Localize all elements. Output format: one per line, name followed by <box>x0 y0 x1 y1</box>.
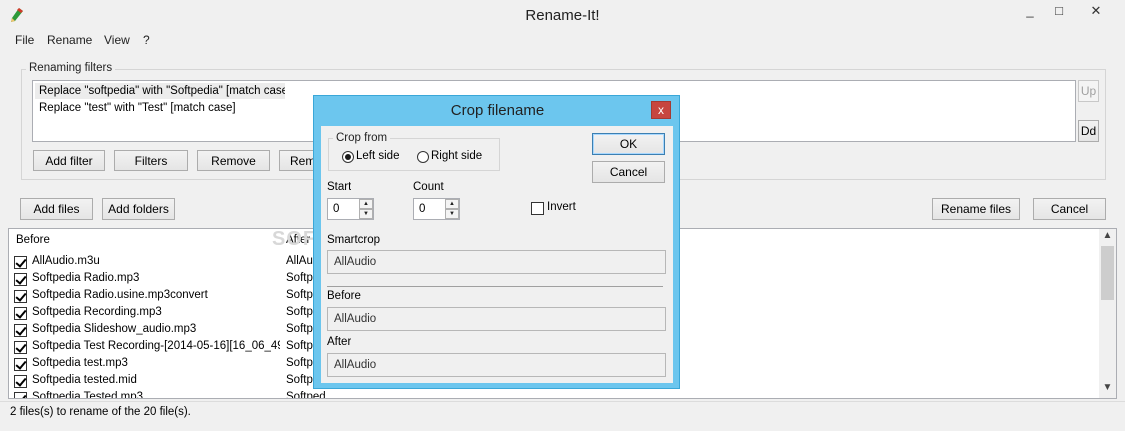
after-field: AllAudio <box>327 353 666 377</box>
count-label: Count <box>413 181 444 193</box>
start-down-icon[interactable]: ▼ <box>359 209 373 219</box>
invert-label[interactable]: Invert <box>547 201 576 213</box>
row-checkbox[interactable] <box>14 273 27 286</box>
row-checkbox[interactable] <box>14 392 27 398</box>
dialog-cancel-button[interactable]: Cancel <box>592 161 665 183</box>
row-checkbox[interactable] <box>14 290 27 303</box>
count-up-icon[interactable]: ▲ <box>445 199 459 209</box>
row-before[interactable]: Softpedia test.mp3 <box>32 357 280 369</box>
count-value[interactable]: 0 <box>419 203 425 215</box>
dialog-divider <box>327 286 663 287</box>
row-checkbox[interactable] <box>14 375 27 388</box>
left-side-label[interactable]: Left side <box>356 150 399 162</box>
row-before[interactable]: AllAudio.m3u <box>32 255 280 267</box>
row-before[interactable]: Softpedia tested.mid <box>32 374 280 386</box>
dialog-close-button[interactable]: x <box>651 101 671 119</box>
before-label: Before <box>327 290 361 302</box>
row-before[interactable]: Softpedia Tested.mp3 <box>32 391 280 398</box>
status-text: 2 files(s) to rename of the 20 file(s). <box>10 406 191 418</box>
scroll-thumb[interactable] <box>1101 246 1114 300</box>
after-label: After <box>327 336 352 348</box>
dialog-body: Crop from Left side Right side OK Cancel… <box>321 126 673 383</box>
row-checkbox[interactable] <box>14 358 27 371</box>
scroll-down-icon[interactable]: ▼ <box>1101 382 1114 396</box>
row-checkbox[interactable] <box>14 256 27 269</box>
smartcrop-label: Smartcrop <box>327 234 381 246</box>
row-before[interactable]: Softpedia Radio.usine.mp3convert <box>32 289 280 301</box>
left-side-radio[interactable] <box>342 151 354 163</box>
row-before[interactable]: Softpedia Recording.mp3 <box>32 306 280 318</box>
count-down-icon[interactable]: ▼ <box>445 209 459 219</box>
start-label: Start <box>327 181 352 193</box>
row-before[interactable]: Softpedia Slideshow_audio.mp3 <box>32 323 280 335</box>
right-side-radio[interactable] <box>417 151 429 163</box>
row-checkbox[interactable] <box>14 324 27 337</box>
crop-filename-dialog: Crop filename x Crop from Left side Righ… <box>313 95 680 389</box>
before-field: AllAudio <box>327 307 666 331</box>
invert-checkbox[interactable] <box>531 202 544 215</box>
right-side-label[interactable]: Right side <box>431 150 482 162</box>
ok-button[interactable]: OK <box>592 133 665 155</box>
row-after[interactable]: Softpedia Tested.mp3 <box>286 391 326 398</box>
start-value[interactable]: 0 <box>333 203 339 215</box>
dialog-title: Crop filename <box>450 102 545 119</box>
row-checkbox[interactable] <box>14 307 27 320</box>
row-checkbox[interactable] <box>14 341 27 354</box>
row-before[interactable]: Softpedia Test Recording-[2014-05-16][16… <box>32 340 280 352</box>
start-up-icon[interactable]: ▲ <box>359 199 373 209</box>
smartcrop-field: AllAudio <box>327 250 666 274</box>
row-before[interactable]: Softpedia Radio.mp3 <box>32 272 280 284</box>
scroll-up-icon[interactable]: ▲ <box>1101 230 1114 244</box>
crop-from-label: Crop from <box>333 132 391 144</box>
